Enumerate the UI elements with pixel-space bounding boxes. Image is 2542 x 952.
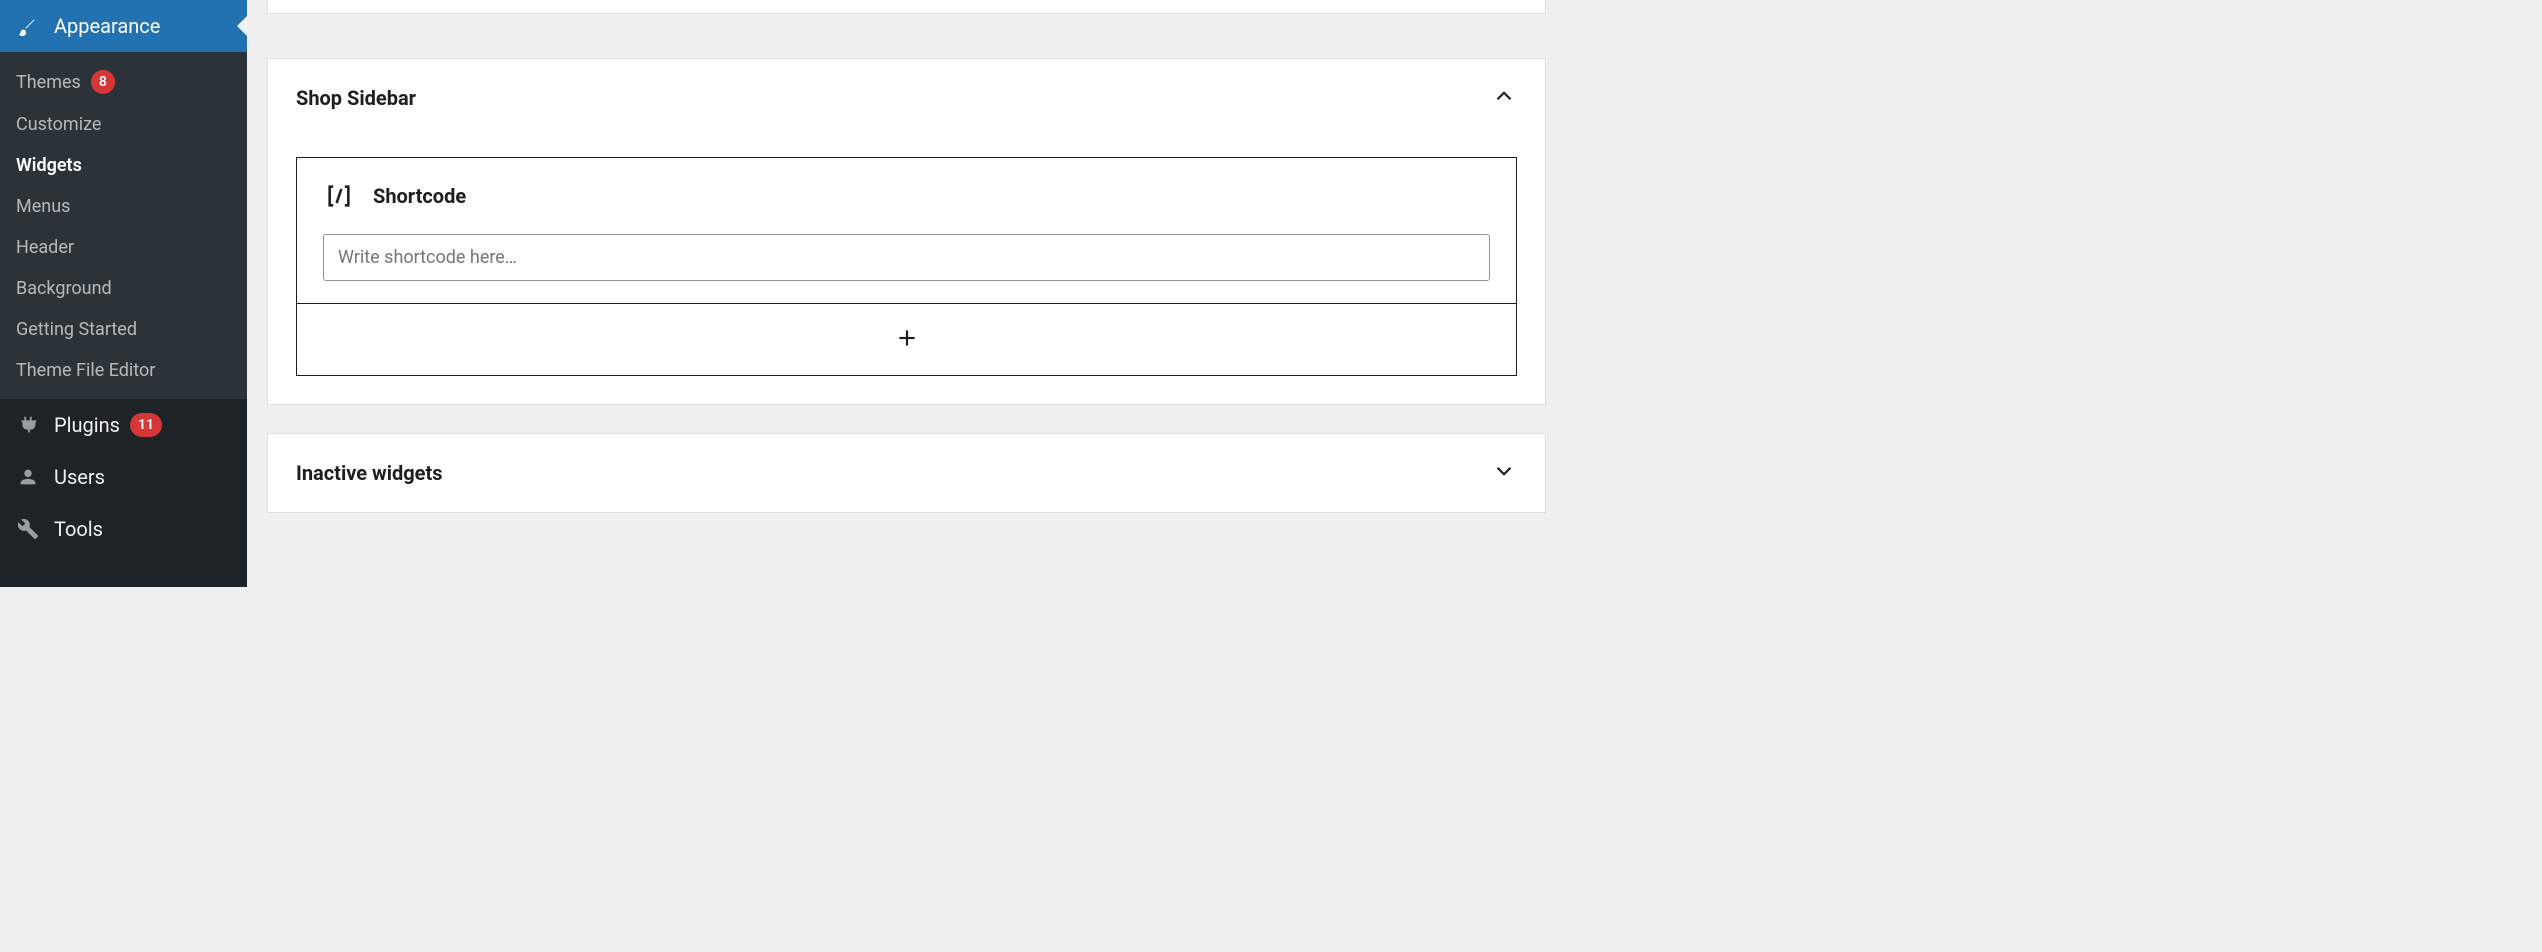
sidebar-subitem-header[interactable]: Header (0, 227, 247, 268)
appearance-submenu: Themes 8 Customize Widgets Menus Header … (0, 52, 247, 399)
sidebar-label: Appearance (54, 14, 160, 38)
main-content: Shop Sidebar Shortcode (247, 0, 1566, 587)
shortcode-widget-block[interactable]: Shortcode (296, 157, 1517, 304)
panel-body: Shortcode (268, 157, 1545, 404)
panel-prev-bottom (267, 0, 1546, 14)
sidebar-item-appearance[interactable]: Appearance (0, 0, 247, 52)
shop-sidebar-panel: Shop Sidebar Shortcode (267, 58, 1546, 405)
sidebar-sublabel: Menus (16, 196, 70, 217)
sidebar-sublabel: Getting Started (16, 319, 137, 340)
sidebar-item-plugins[interactable]: Plugins 11 (0, 399, 247, 451)
sidebar-label: Plugins (54, 413, 120, 437)
inactive-widgets-panel-header[interactable]: Inactive widgets (268, 434, 1545, 512)
panel-title: Shop Sidebar (296, 86, 416, 110)
sidebar-subitem-background[interactable]: Background (0, 268, 247, 309)
sidebar-sublabel: Theme File Editor (16, 360, 155, 381)
sidebar-subitem-menus[interactable]: Menus (0, 186, 247, 227)
plug-icon (16, 413, 40, 437)
user-icon (16, 465, 40, 489)
admin-sidebar: Appearance Themes 8 Customize Widgets Me… (0, 0, 247, 587)
sidebar-subitem-themes[interactable]: Themes 8 (0, 60, 247, 104)
badge: 11 (130, 413, 162, 437)
wrench-icon (16, 517, 40, 541)
sidebar-item-users[interactable]: Users (0, 451, 247, 503)
sidebar-label: Tools (54, 517, 103, 541)
plus-icon (894, 325, 920, 355)
sidebar-subitem-widgets[interactable]: Widgets (0, 145, 247, 186)
panel-title: Inactive widgets (296, 461, 443, 485)
badge: 8 (91, 70, 115, 94)
chevron-down-icon (1491, 458, 1517, 488)
shortcode-icon (323, 180, 355, 212)
widget-title: Shortcode (373, 184, 466, 208)
sidebar-sublabel: Themes (16, 72, 81, 93)
chevron-up-icon (1491, 83, 1517, 113)
brush-icon (16, 14, 40, 38)
widget-header: Shortcode (323, 180, 1490, 212)
sidebar-subitem-getting-started[interactable]: Getting Started (0, 309, 247, 350)
add-block-button[interactable] (296, 304, 1517, 376)
sidebar-label: Users (54, 465, 105, 489)
shop-sidebar-panel-header[interactable]: Shop Sidebar (268, 59, 1545, 137)
sidebar-sublabel: Background (16, 278, 112, 299)
shortcode-input[interactable] (323, 234, 1490, 281)
sidebar-sublabel: Header (16, 237, 74, 258)
sidebar-sublabel: Customize (16, 114, 101, 135)
sidebar-sublabel: Widgets (16, 155, 82, 176)
sidebar-subitem-customize[interactable]: Customize (0, 104, 247, 145)
sidebar-item-tools[interactable]: Tools (0, 503, 247, 555)
sidebar-subitem-theme-file-editor[interactable]: Theme File Editor (0, 350, 247, 391)
inactive-widgets-panel: Inactive widgets (267, 433, 1546, 513)
